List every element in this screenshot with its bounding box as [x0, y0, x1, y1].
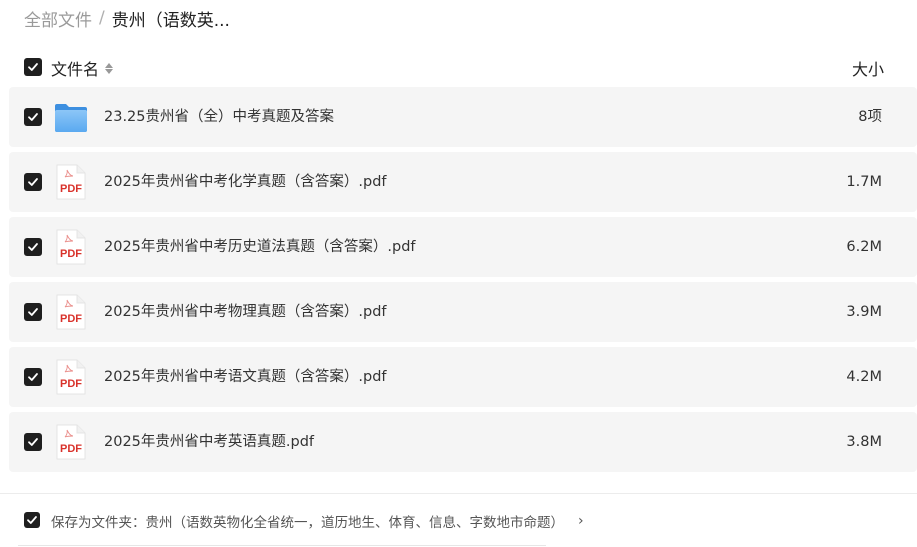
pdf-badge: PDF: [60, 248, 82, 260]
file-size: 1.7M: [846, 174, 882, 190]
checkmark-icon: [28, 373, 38, 381]
size-column-header: 大小: [851, 60, 884, 79]
row-checkbox[interactable]: [24, 368, 42, 386]
file-name[interactable]: 2025年贵州省中考物理真题（含答案）.pdf: [104, 282, 387, 342]
folder-icon: [53, 99, 89, 135]
checkmark-icon: [28, 308, 38, 316]
pdf-badge: PDF: [60, 313, 82, 325]
pdf-badge: PDF: [60, 183, 82, 195]
checkmark-icon: [28, 438, 38, 446]
pdf-icon: PDF: [53, 164, 89, 200]
pdf-badge: PDF: [60, 443, 82, 455]
chevron-right-icon[interactable]: ›: [578, 513, 584, 529]
row-checkbox[interactable]: [24, 433, 42, 451]
breadcrumb: 全部文件 / 贵州（语数英...: [24, 6, 230, 31]
file-size: 8项: [858, 109, 882, 125]
save-as-folder-checkbox[interactable]: [24, 512, 40, 528]
breadcrumb-current: 贵州（语数英...: [111, 10, 230, 31]
file-row[interactable]: PDF 2025年贵州省中考化学真题（含答案）.pdf 1.7M: [9, 152, 917, 212]
file-name[interactable]: 2025年贵州省中考化学真题（含答案）.pdf: [104, 152, 387, 212]
save-as-folder-label: 保存为文件夹：贵州（语数英物化全省统一，道历地生、体育、信息、字数地市命题）: [51, 515, 564, 531]
row-checkbox[interactable]: [24, 173, 42, 191]
breadcrumb-root-link[interactable]: 全部文件: [24, 6, 92, 31]
checkmark-icon: [28, 113, 38, 121]
pdf-icon: PDF: [53, 229, 89, 265]
save-as-folder-option[interactable]: 保存为文件夹：贵州（语数英物化全省统一，道历地生、体育、信息、字数地市命题） ›: [0, 508, 917, 534]
file-row[interactable]: PDF 2025年贵州省中考语文真题（含答案）.pdf 4.2M: [9, 347, 917, 407]
divider: [0, 493, 917, 494]
file-size: 6.2M: [846, 239, 882, 255]
name-column-header[interactable]: 文件名: [51, 56, 114, 80]
save-as-folder-label-wrap[interactable]: 保存为文件夹：贵州（语数英物化全省统一，道历地生、体育、信息、字数地市命题） ›: [51, 511, 584, 531]
breadcrumb-separator: /: [99, 8, 105, 28]
file-size: 3.9M: [846, 304, 882, 320]
file-list: 23.25贵州省（全）中考真题及答案 8项 PDF 2025年贵州省中考化学真题（含答…: [9, 87, 917, 477]
checkmark-icon: [27, 516, 37, 524]
select-all-checkbox[interactable]: [24, 58, 42, 76]
pdf-badge: PDF: [60, 378, 82, 390]
file-size: 4.2M: [846, 369, 882, 385]
pdf-icon: PDF: [53, 424, 89, 460]
folder-row[interactable]: 23.25贵州省（全）中考真题及答案 8项: [9, 87, 917, 147]
file-name[interactable]: 2025年贵州省中考历史道法真题（含答案）.pdf: [104, 217, 416, 277]
checkmark-icon: [28, 243, 38, 251]
pdf-icon: PDF: [53, 359, 89, 395]
sort-icon[interactable]: [105, 62, 114, 74]
row-checkbox[interactable]: [24, 108, 42, 126]
file-row[interactable]: PDF 2025年贵州省中考历史道法真题（含答案）.pdf 6.2M: [9, 217, 917, 277]
pdf-icon: PDF: [53, 294, 89, 330]
row-checkbox[interactable]: [24, 238, 42, 256]
row-checkbox[interactable]: [24, 303, 42, 321]
checkmark-icon: [28, 63, 38, 71]
divider: [18, 545, 546, 546]
file-size: 3.8M: [846, 434, 882, 450]
checkmark-icon: [28, 178, 38, 186]
file-name[interactable]: 2025年贵州省中考语文真题（含答案）.pdf: [104, 347, 387, 407]
file-row[interactable]: PDF 2025年贵州省中考英语真题.pdf 3.8M: [9, 412, 917, 472]
file-name[interactable]: 23.25贵州省（全）中考真题及答案: [104, 87, 334, 147]
file-row[interactable]: PDF 2025年贵州省中考物理真题（含答案）.pdf 3.9M: [9, 282, 917, 342]
file-name[interactable]: 2025年贵州省中考英语真题.pdf: [104, 412, 314, 472]
name-column-label: 文件名: [51, 60, 100, 79]
list-header: 文件名 大小: [0, 50, 917, 84]
